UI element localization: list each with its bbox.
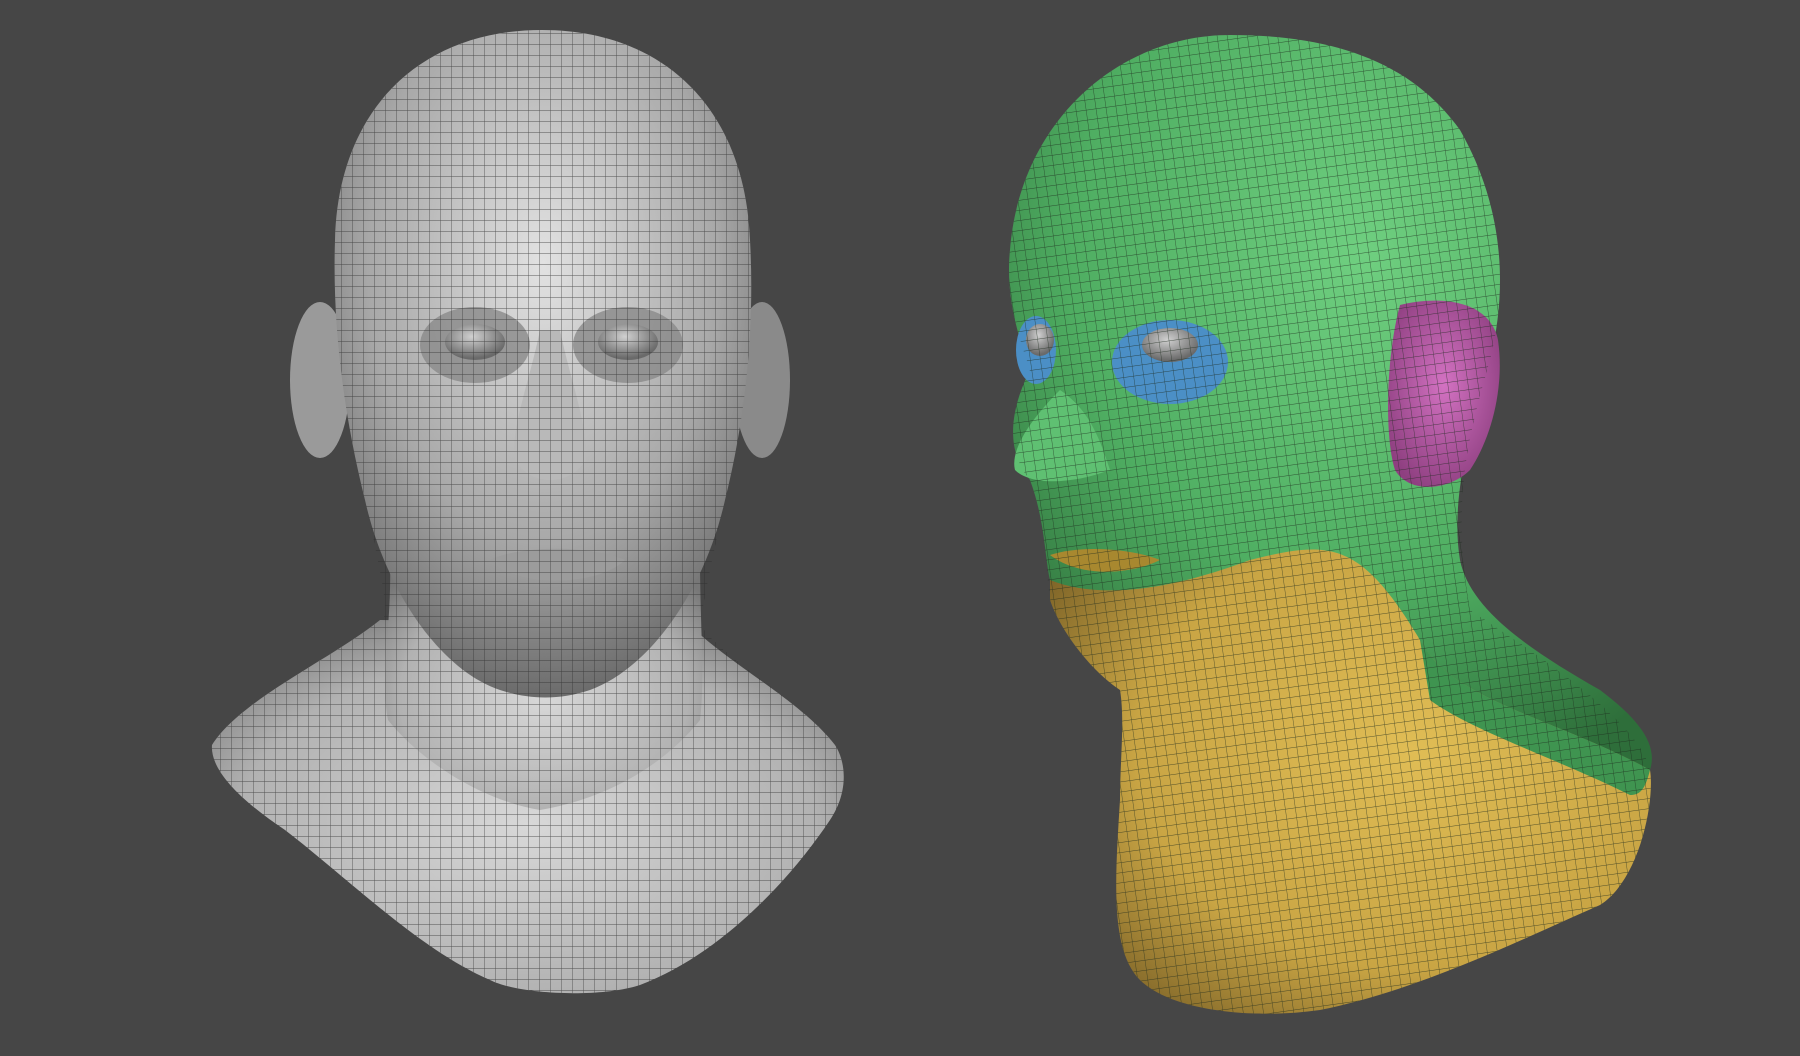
three-quarter-view-head[interactable] [1009, 35, 1652, 1014]
front-view-head[interactable] [211, 30, 844, 994]
front-head-wireframe [211, 30, 844, 994]
viewport-canvas[interactable] [0, 0, 1800, 1056]
polygroup-wireframe [1009, 35, 1651, 1014]
